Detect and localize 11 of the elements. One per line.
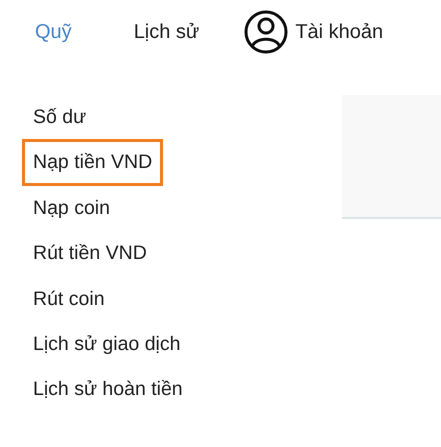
menu-item[interactable]: Nạp tiền VND (22, 139, 164, 186)
nav-link[interactable]: Quỹ (32, 15, 75, 49)
account-icon[interactable] (244, 10, 288, 54)
nav-link[interactable]: Lịch sử (130, 15, 202, 49)
menu-item[interactable]: Số dư (22, 94, 98, 140)
menu-item[interactable]: Rút tiền VND (22, 230, 158, 276)
nav-link[interactable]: Tài khoản (292, 15, 386, 49)
menu-item[interactable]: Lịch sử hoàn tiền (22, 366, 194, 413)
menu-item[interactable]: Nạp coin (22, 184, 121, 232)
menu-item[interactable]: Rút coin (22, 276, 116, 322)
menu-item[interactable]: Lịch sử giao dịch (22, 320, 192, 368)
